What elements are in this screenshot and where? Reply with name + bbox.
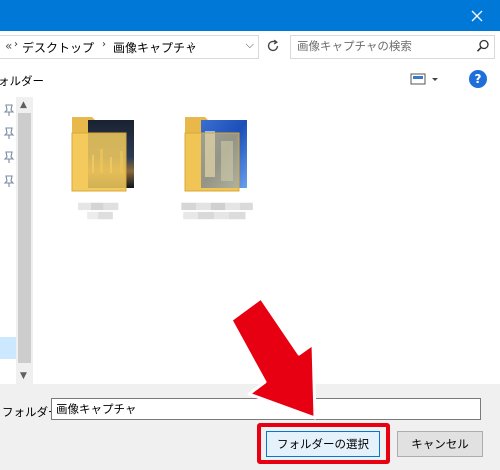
folder-name-input[interactable] <box>51 398 481 420</box>
folder-item[interactable] <box>181 111 255 197</box>
folder-label-blurred <box>181 202 253 220</box>
close-icon <box>471 10 483 21</box>
folder-with-city-night-photo-icon <box>71 117 134 192</box>
view-options-button[interactable] <box>410 70 442 88</box>
scroll-up-icon[interactable]: ▲ <box>20 100 27 110</box>
view-icon <box>410 73 438 85</box>
pin-icon[interactable] <box>2 174 16 188</box>
nav-scrollbar[interactable]: ▲ ▼ <box>16 97 33 384</box>
scroll-down-icon[interactable]: ▼ <box>20 371 27 381</box>
breadcrumb-separator-icon: › <box>190 39 194 50</box>
breadcrumb-current-folder[interactable]: 画像キャプチャ <box>113 39 197 56</box>
cancel-button[interactable]: キャンセル <box>397 431 483 457</box>
dialog-footer <box>0 384 500 470</box>
address-dropdown-icon[interactable]: ⌵ <box>246 38 254 52</box>
pin-icon[interactable] <box>2 126 16 140</box>
address-bar[interactable]: « › デスクトップ › 画像キャプチャ › ⌵ <box>0 35 259 59</box>
refresh-button[interactable] <box>262 35 284 57</box>
refresh-icon <box>267 39 279 52</box>
help-button[interactable]: ? <box>469 70 487 88</box>
folder-label-blurred <box>78 202 119 220</box>
search-input[interactable] <box>297 38 462 54</box>
select-folder-button[interactable]: フォルダーの選択 <box>266 431 380 457</box>
breadcrumb-overflow-button[interactable]: « <box>5 39 12 53</box>
new-folder-button[interactable]: ォルダー <box>0 73 44 89</box>
folder-item[interactable] <box>68 111 142 197</box>
scrollbar-thumb[interactable] <box>18 113 31 363</box>
folder-with-blue-photo-icon <box>184 117 247 192</box>
pin-icon[interactable] <box>2 150 16 164</box>
title-bar <box>0 0 500 31</box>
breadcrumb-desktop[interactable]: デスクトップ <box>22 39 94 56</box>
pin-icon[interactable] <box>2 103 16 117</box>
nav-selected-item[interactable] <box>0 337 16 359</box>
search-box[interactable] <box>290 35 495 59</box>
search-icon[interactable] <box>476 39 490 56</box>
close-button[interactable] <box>454 0 500 31</box>
breadcrumb-separator-icon: › <box>102 39 106 50</box>
breadcrumb-separator-icon: › <box>14 39 18 50</box>
